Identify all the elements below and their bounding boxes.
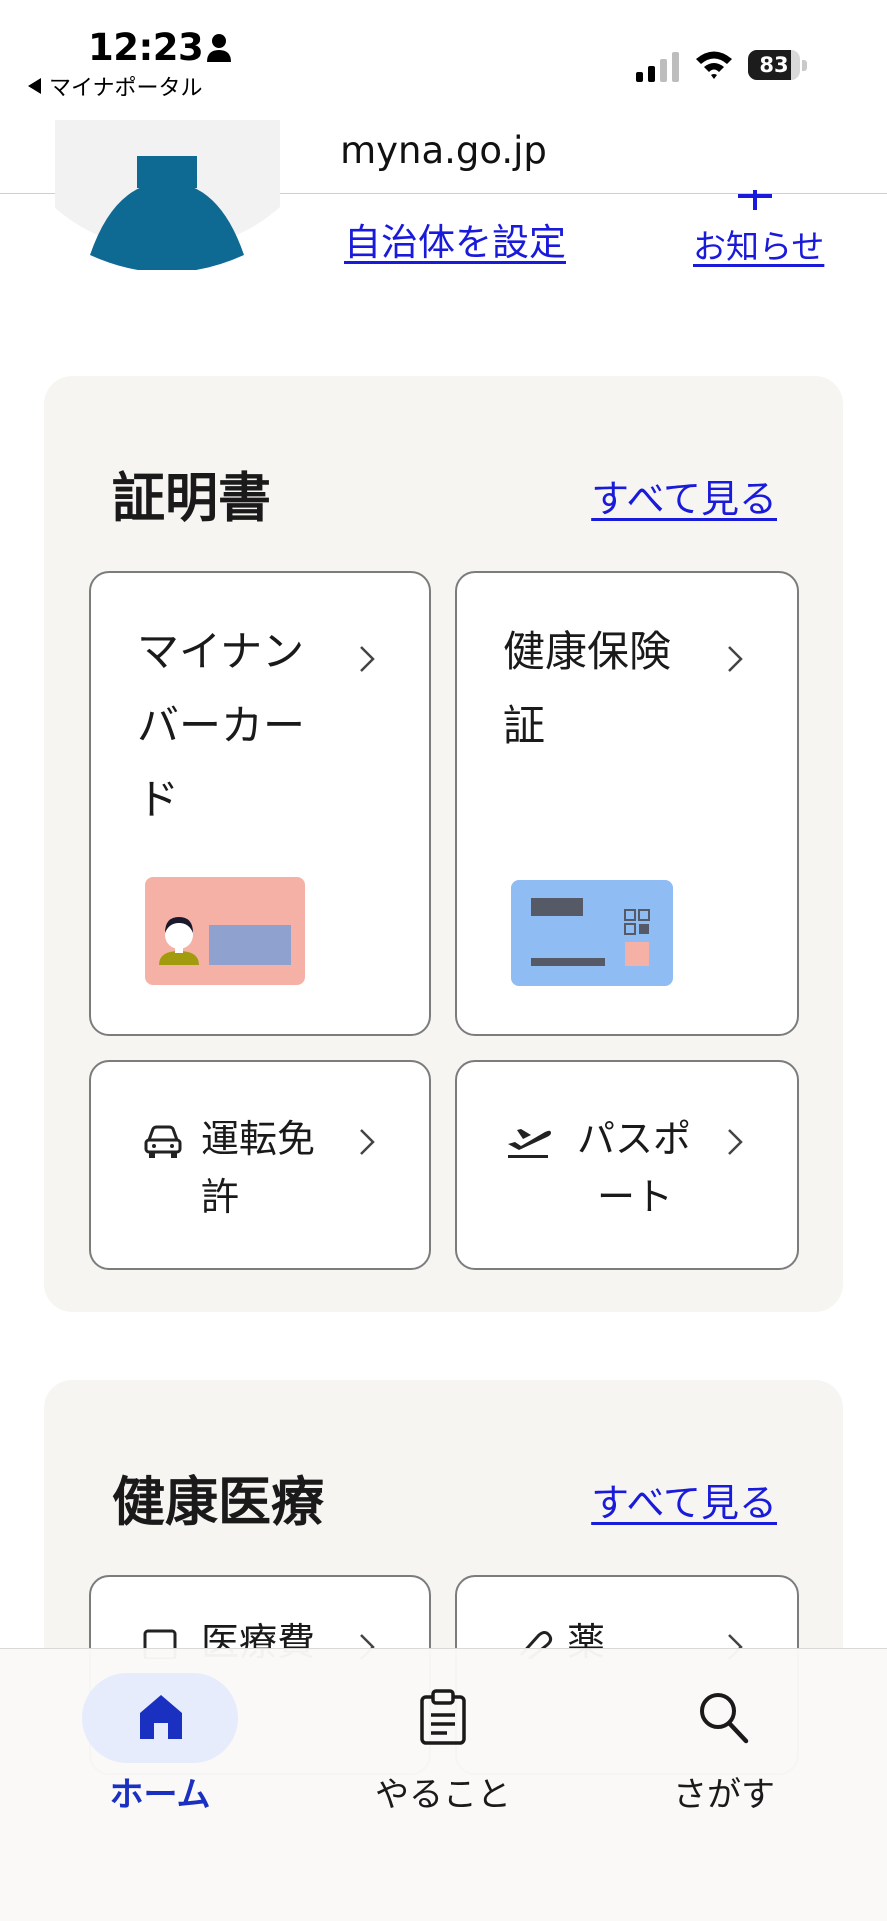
cellular-signal-icon bbox=[636, 52, 679, 82]
status-time: 12:23 bbox=[88, 26, 204, 69]
set-municipality-link[interactable]: 自治体を設定 bbox=[344, 212, 566, 266]
chevron-right-icon bbox=[728, 646, 743, 672]
back-app-label: マイナポータル bbox=[49, 76, 203, 101]
notices-link[interactable]: お知らせ bbox=[693, 220, 824, 268]
tile-passport[interactable]: パスポ ート bbox=[455, 1060, 799, 1270]
health-title: 健康医療 bbox=[112, 1472, 324, 1533]
back-arrow-icon bbox=[28, 78, 41, 94]
bottom-navigation: ホーム やること さがす bbox=[0, 1648, 887, 1921]
clipboard-icon[interactable] bbox=[418, 1689, 468, 1745]
chevron-right-icon bbox=[360, 646, 375, 672]
search-icon[interactable] bbox=[696, 1689, 750, 1745]
tile-mynumber-card-label: マイナン バーカー ド bbox=[137, 627, 306, 824]
certificates-title: 証明書 bbox=[112, 468, 271, 529]
certificates-see-all-link[interactable]: すべて見る bbox=[591, 468, 777, 523]
tile-mynumber-card[interactable]: マイナン バーカー ド bbox=[89, 571, 431, 1036]
tile-drivers-license[interactable]: 運転免 許 bbox=[89, 1060, 431, 1270]
car-icon bbox=[144, 1125, 182, 1158]
nav-search-label[interactable]: さがす bbox=[614, 1767, 834, 1816]
tile-passport-label: パスポ ート bbox=[577, 1117, 692, 1219]
back-to-app[interactable]: マイナポータル bbox=[28, 70, 203, 102]
person-icon bbox=[207, 34, 231, 62]
wifi-icon bbox=[696, 51, 732, 79]
certificates-section: 証明書 すべて見る マイナン バーカー ド 健康保険 証 運転免 許 パスポ ー… bbox=[44, 376, 843, 1312]
avatar[interactable] bbox=[55, 120, 280, 270]
bell-icon bbox=[738, 190, 772, 210]
mynumber-card-illustration bbox=[145, 877, 305, 985]
tile-health-insurance-label: 健康保険 証 bbox=[503, 627, 672, 750]
battery-level: 83 bbox=[759, 53, 789, 77]
nav-home-label[interactable]: ホーム bbox=[50, 1767, 270, 1816]
home-icon[interactable] bbox=[138, 1693, 184, 1741]
status-bar: 12:23 マイナポータル 83 bbox=[0, 0, 887, 105]
health-see-all-link[interactable]: すべて見る bbox=[591, 1472, 777, 1527]
battery-indicator: 83 bbox=[748, 50, 810, 82]
airplane-takeoff-icon bbox=[508, 1129, 551, 1158]
nav-todo-label[interactable]: やること bbox=[333, 1767, 553, 1816]
health-insurance-card-illustration bbox=[511, 880, 673, 986]
chevron-right-icon bbox=[728, 1129, 743, 1155]
tile-health-insurance-card[interactable]: 健康保険 証 bbox=[455, 571, 799, 1036]
chevron-right-icon bbox=[360, 1129, 375, 1155]
tile-drivers-license-label: 運転免 許 bbox=[201, 1117, 316, 1219]
